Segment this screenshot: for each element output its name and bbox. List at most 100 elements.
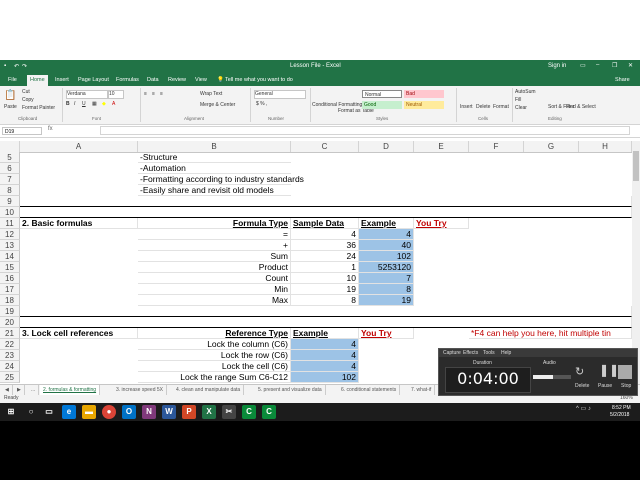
align-bottom-icon[interactable]: ≡ bbox=[160, 91, 163, 97]
camtasia-editor-icon[interactable]: C bbox=[262, 405, 276, 419]
number-format-select[interactable]: General bbox=[254, 90, 306, 99]
tab-review[interactable]: Review bbox=[165, 75, 189, 86]
align-top-icon[interactable]: ≡ bbox=[144, 91, 147, 97]
cell-d18[interactable]: 19 bbox=[359, 295, 414, 306]
section-title-basic-formulas[interactable]: 2. Basic formulas bbox=[20, 218, 138, 229]
powerpoint-icon[interactable]: P bbox=[182, 405, 196, 419]
edge-icon[interactable]: e bbox=[62, 405, 76, 419]
style-good[interactable]: Good bbox=[362, 101, 402, 109]
cell-c22[interactable]: 4 bbox=[291, 339, 359, 350]
camtasia-recorder-icon[interactable]: C bbox=[242, 405, 256, 419]
wrap-text-button[interactable]: Wrap Text bbox=[200, 91, 222, 97]
style-bad[interactable]: Bad bbox=[404, 90, 444, 98]
format-cells-button[interactable]: Format bbox=[493, 104, 509, 110]
delete-recording-button[interactable]: Delete bbox=[575, 383, 589, 389]
fill-button[interactable]: Fill bbox=[515, 97, 521, 103]
cell-c17[interactable]: 19 bbox=[291, 284, 359, 295]
row-header[interactable]: 5 bbox=[0, 152, 20, 163]
row-header[interactable]: 9 bbox=[0, 196, 20, 207]
cell-b12[interactable]: = bbox=[138, 229, 291, 240]
close-icon[interactable]: ✕ bbox=[628, 62, 633, 69]
tab-formulas[interactable]: Formulas bbox=[113, 75, 142, 86]
formula-input[interactable] bbox=[100, 126, 630, 135]
header-formula-type[interactable]: Formula Type bbox=[138, 218, 291, 229]
tab-view[interactable]: View bbox=[192, 75, 210, 86]
merge-center-button[interactable]: Merge & Center bbox=[200, 102, 235, 108]
tab-page-layout[interactable]: Page Layout bbox=[75, 75, 112, 86]
row-header[interactable]: 17 bbox=[0, 284, 20, 295]
copy-button[interactable]: Copy bbox=[22, 97, 34, 103]
search-icon[interactable]: ○ bbox=[24, 405, 38, 419]
minimize-icon[interactable]: – bbox=[596, 62, 599, 68]
redo-icon[interactable]: ↷ bbox=[22, 63, 27, 70]
cell-b17[interactable]: Min bbox=[138, 284, 291, 295]
font-color-icon[interactable]: A bbox=[112, 101, 115, 107]
row-header[interactable]: 16 bbox=[0, 273, 20, 284]
row-header[interactable]: 8 bbox=[0, 185, 20, 196]
borders-icon[interactable]: ▦ bbox=[92, 101, 97, 107]
fill-color-icon[interactable]: ◆ bbox=[102, 101, 106, 107]
tab-home[interactable]: Home bbox=[27, 75, 48, 86]
onenote-icon[interactable]: N bbox=[142, 405, 156, 419]
tab-insert[interactable]: Insert bbox=[52, 75, 72, 86]
style-neutral[interactable]: Neutral bbox=[404, 101, 444, 109]
cell-b5[interactable]: -Structure bbox=[138, 152, 291, 163]
row-header[interactable]: 21 bbox=[0, 328, 20, 339]
f4-tip-note[interactable]: *F4 can help you here, hit multiple tin bbox=[469, 328, 632, 339]
cell-c24[interactable]: 4 bbox=[291, 361, 359, 372]
sheet-nav-more[interactable]: ... bbox=[28, 385, 40, 395]
scrollbar-thumb[interactable] bbox=[633, 151, 639, 181]
header-example[interactable]: Example bbox=[359, 218, 414, 229]
clock-date[interactable]: 5/2/2018 bbox=[610, 412, 629, 418]
currency-icon[interactable]: $ % , bbox=[256, 101, 267, 107]
undo-icon[interactable]: ↶ bbox=[14, 63, 19, 70]
sheet-tab-what-if[interactable]: 7. what-if bbox=[408, 385, 436, 395]
italic-button[interactable]: I bbox=[74, 101, 75, 107]
cell-c14[interactable]: 24 bbox=[291, 251, 359, 262]
cell-b23[interactable]: Lock the row (C6) bbox=[138, 350, 291, 361]
column-header-d[interactable]: D bbox=[359, 141, 414, 152]
excel-taskbar-icon[interactable]: X bbox=[202, 405, 216, 419]
align-middle-icon[interactable]: ≡ bbox=[152, 91, 155, 97]
recorder-menu-effects[interactable]: Effects bbox=[463, 350, 478, 356]
column-header-a[interactable]: A bbox=[20, 141, 138, 152]
row-header[interactable]: 24 bbox=[0, 361, 20, 372]
row-header[interactable]: 23 bbox=[0, 350, 20, 361]
select-all-corner[interactable] bbox=[0, 141, 20, 152]
column-header-b[interactable]: B bbox=[138, 141, 291, 152]
cell-b24[interactable]: Lock the cell (C6) bbox=[138, 361, 291, 372]
cell-b25[interactable]: Lock the range Sum C6-C12 bbox=[138, 372, 291, 383]
windows-start-icon[interactable]: ⊞ bbox=[4, 405, 18, 419]
pause-icon[interactable]: ❚❚ bbox=[599, 363, 619, 377]
font-size-select[interactable]: 10 bbox=[108, 90, 124, 99]
cell-b16[interactable]: Count bbox=[138, 273, 291, 284]
cell-b22[interactable]: Lock the column (C6) bbox=[138, 339, 291, 350]
clock-time[interactable]: 8:52 PM bbox=[612, 405, 631, 411]
cell-d14[interactable]: 102 bbox=[359, 251, 414, 262]
column-header-g[interactable]: G bbox=[524, 141, 579, 152]
cell-b8[interactable]: -Easily share and revisit old models bbox=[138, 185, 291, 196]
row-header[interactable]: 14 bbox=[0, 251, 20, 262]
word-icon[interactable]: W bbox=[162, 405, 176, 419]
ribbon-options-icon[interactable]: ▭ bbox=[580, 62, 586, 69]
save-icon[interactable]: ▪ bbox=[4, 63, 6, 69]
task-view-icon[interactable]: ▭ bbox=[42, 405, 56, 419]
underline-button[interactable]: U bbox=[82, 101, 86, 107]
clear-button[interactable]: Clear bbox=[515, 105, 527, 111]
tell-me-search[interactable]: Tell me what you want to do bbox=[222, 75, 296, 86]
header-you-try-2[interactable]: You Try bbox=[359, 328, 414, 339]
cell-d15[interactable]: 5253120 bbox=[359, 262, 414, 273]
header-sample-data[interactable]: Sample Data bbox=[291, 218, 359, 229]
snipping-icon[interactable]: ✂ bbox=[222, 405, 236, 419]
cell-c12[interactable]: 4 bbox=[291, 229, 359, 240]
find-select-button[interactable]: Find & Select bbox=[566, 104, 596, 110]
stop-button[interactable]: Stop bbox=[621, 383, 631, 389]
sheet-nav-next-icon[interactable]: ▶ bbox=[14, 385, 25, 395]
row-header[interactable]: 22 bbox=[0, 339, 20, 350]
row-header[interactable]: 25 bbox=[0, 372, 20, 383]
recorder-menu-tools[interactable]: Tools bbox=[483, 350, 495, 356]
row-header[interactable]: 11 bbox=[0, 218, 20, 229]
cell-b13[interactable]: + bbox=[138, 240, 291, 251]
format-painter-button[interactable]: Format Painter bbox=[22, 105, 55, 111]
sheet-tab-formulas[interactable]: 2. formulas & formatting bbox=[40, 385, 101, 395]
